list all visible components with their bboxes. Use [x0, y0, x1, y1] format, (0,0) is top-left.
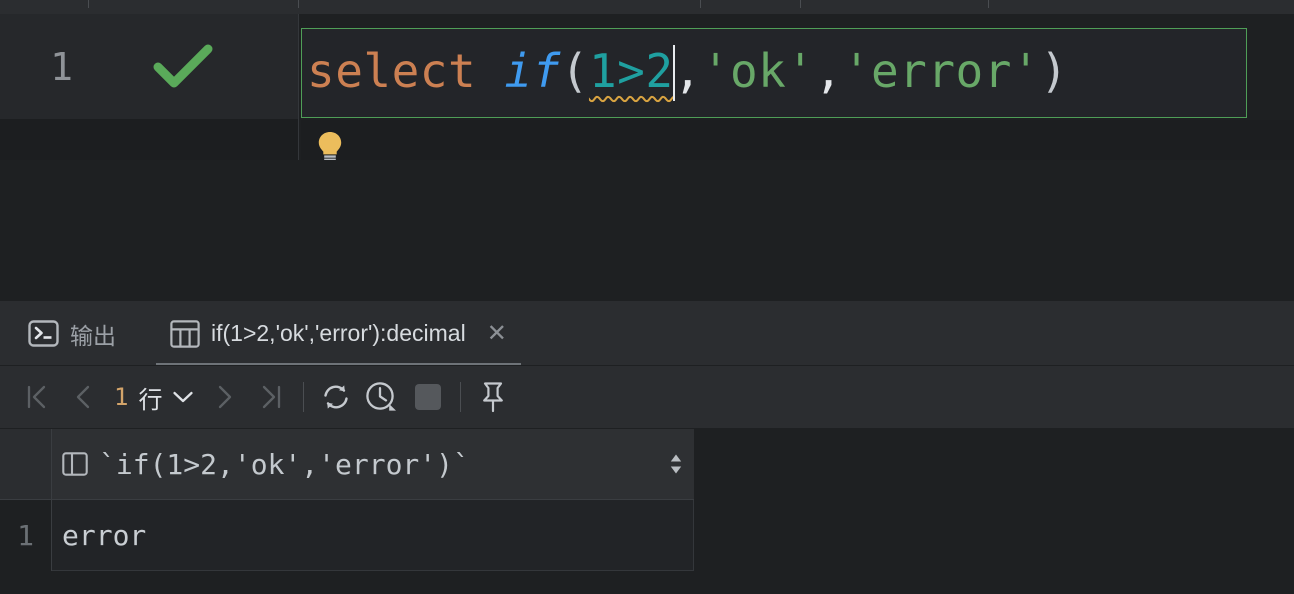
- toolbar-separator: [460, 382, 462, 412]
- tab-output[interactable]: 输出: [14, 301, 130, 366]
- tab-result-set[interactable]: if(1>2,'ok','error'):decimal ✕: [156, 301, 521, 366]
- rows-count-dropdown[interactable]: 1 行: [106, 366, 202, 428]
- sql-editor[interactable]: 1 select if(1>2,'ok','error'): [0, 14, 1294, 174]
- rerun-icon[interactable]: ◯: [182, 0, 199, 12]
- pin-button[interactable]: [470, 366, 516, 428]
- token-open-paren: (: [560, 44, 589, 99]
- profile-icon[interactable]: ⚲: [242, 0, 253, 12]
- text-caret: [672, 44, 675, 101]
- result-grid-toolbar: 1 行: [0, 366, 1294, 428]
- green-checkmark-icon: [146, 14, 220, 119]
- token-close-paren: ): [1040, 44, 1069, 99]
- lightbulb-icon[interactable]: [317, 131, 343, 163]
- sql-statement[interactable]: select if(1>2,'ok','error'): [302, 43, 1068, 103]
- tab-output-label: 输出: [70, 322, 116, 349]
- main-toolbar-clipped: ▶ ◯ ◯ ⚲ ▭ ▭ ⚙ ▭: [0, 0, 1294, 14]
- result-cell-value[interactable]: error: [52, 500, 694, 571]
- settings-icon[interactable]: ⚙: [884, 0, 897, 12]
- token-comma-1: ,: [673, 44, 702, 99]
- terminal-icon: [28, 320, 59, 347]
- grid-header-row: `if(1>2,'ok','error')`: [0, 429, 694, 500]
- history-button[interactable]: [359, 366, 405, 428]
- editor-empty-area[interactable]: [0, 160, 1294, 300]
- editor-gutter: 1: [0, 14, 299, 119]
- stop-icon[interactable]: ◯: [122, 0, 139, 12]
- run-icon[interactable]: ▶: [34, 0, 46, 12]
- grid-column-header[interactable]: `if(1>2,'ok','error')`: [52, 429, 694, 500]
- prev-page-button[interactable]: [60, 366, 106, 428]
- tool-window-tabbar: 输出 if(1>2,'ok','error'):decimal ✕: [0, 301, 1294, 366]
- table-row[interactable]: 1 error: [0, 500, 694, 571]
- token-string-error: 'error': [842, 44, 1041, 99]
- toolbar-separator: [988, 0, 989, 8]
- layout-icon[interactable]: ▭: [756, 0, 770, 12]
- token-function-if: if: [504, 44, 561, 99]
- table-grid-icon: [170, 319, 200, 349]
- toolbar-separator: [700, 0, 701, 8]
- ide-window: ▶ ◯ ◯ ⚲ ▭ ▭ ⚙ ▭ 1 select i: [0, 0, 1294, 594]
- toolbar-separator: [800, 0, 801, 8]
- row-number: 1: [0, 500, 51, 571]
- token-keyword-select: select: [307, 44, 477, 99]
- grid-corner-cell[interactable]: [0, 429, 51, 500]
- last-page-button[interactable]: [248, 366, 294, 428]
- first-page-button[interactable]: [14, 366, 60, 428]
- token-string-ok: 'ok': [701, 44, 815, 99]
- line-number: 1: [50, 44, 73, 89]
- rows-count-value: 1: [114, 383, 129, 411]
- code-line-highlight[interactable]: select if(1>2,'ok','error'): [301, 28, 1247, 118]
- refresh-button[interactable]: [313, 366, 359, 428]
- grid-empty-area: [0, 571, 1294, 594]
- commit-icon[interactable]: ▭: [636, 0, 650, 12]
- toolbar-separator: [88, 0, 89, 8]
- stop-square-icon[interactable]: [405, 366, 451, 428]
- tab-result-set-label: if(1>2,'ok','error'):decimal: [211, 320, 466, 346]
- grid-column-name: `if(1>2,'ok','error')`: [99, 447, 470, 481]
- chevron-down-icon: [172, 390, 194, 404]
- column-type-icon: [62, 452, 88, 476]
- toolbar-separator: [303, 382, 305, 412]
- token-comma-2: ,: [814, 44, 843, 99]
- next-page-button[interactable]: [202, 366, 248, 428]
- sort-updown-icon[interactable]: [668, 451, 684, 477]
- close-icon[interactable]: ✕: [487, 321, 507, 346]
- console-icon[interactable]: ▭: [1032, 0, 1046, 12]
- token-condition-warning: 1>2: [588, 44, 674, 99]
- toolbar-separator: [298, 0, 299, 8]
- result-grid[interactable]: `if(1>2,'ok','error')` 1 error: [0, 429, 1294, 594]
- grid-rownum-divider: [51, 429, 52, 571]
- gutter-divider: [298, 14, 299, 174]
- rows-count-unit: 行: [138, 386, 163, 414]
- services-tool-window: 输出 if(1>2,'ok','error'):decimal ✕ 1 行 `i…: [0, 300, 1294, 594]
